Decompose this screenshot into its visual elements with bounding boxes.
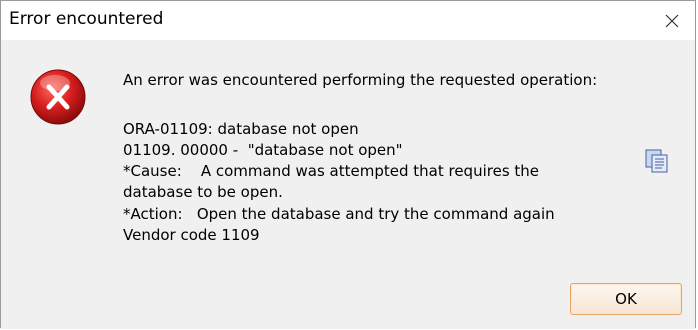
error-line-6: Vendor code 1109 bbox=[123, 226, 260, 244]
error-line-5: *Action: Open the database and try the c… bbox=[123, 205, 555, 223]
error-dialog: Error encountered An error was encounter… bbox=[0, 0, 696, 329]
dialog-title: Error encountered bbox=[9, 9, 164, 29]
dialog-body: An error was encountered performing the … bbox=[1, 40, 695, 329]
error-heading: An error was encountered performing the … bbox=[123, 71, 598, 89]
ok-button[interactable]: OK bbox=[570, 283, 682, 315]
error-line-2: 01109. 00000 - "database not open" bbox=[123, 141, 403, 159]
close-icon bbox=[665, 14, 679, 27]
title-bar: Error encountered bbox=[1, 1, 695, 40]
error-icon bbox=[30, 69, 86, 125]
error-line-1: ORA-01109: database not open bbox=[123, 120, 359, 138]
close-button[interactable] bbox=[649, 1, 695, 40]
copy-icon[interactable] bbox=[644, 148, 670, 174]
error-line-4: database to be open. bbox=[123, 183, 283, 201]
error-line-3: *Cause: A command was attempted that req… bbox=[123, 162, 540, 180]
